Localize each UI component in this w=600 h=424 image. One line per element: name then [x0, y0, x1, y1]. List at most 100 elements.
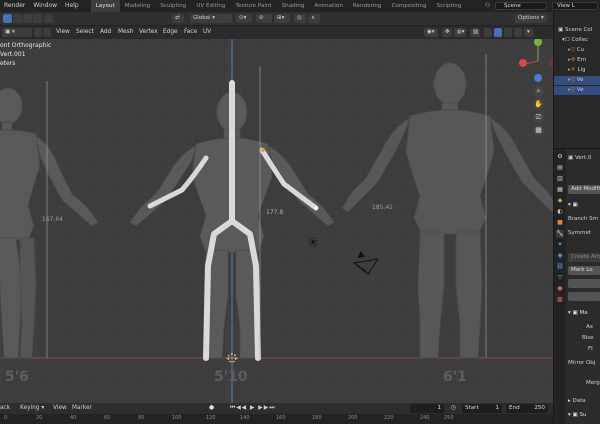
overlays-dropdown[interactable]: ◍▾ [454, 28, 466, 37]
timeline-view-menu[interactable]: View [53, 404, 67, 413]
falloff-icon[interactable]: ∧ [308, 14, 320, 23]
tool-tab-icon[interactable]: ⚙ [556, 153, 564, 161]
modifier-header-subdivision[interactable]: ▾ ▣ Su [568, 411, 600, 420]
start-frame-field[interactable]: Start 1 [462, 404, 502, 413]
record-button[interactable]: ● [209, 404, 214, 413]
particles-tab-icon[interactable]: ✦ [556, 241, 564, 249]
playback-controls[interactable]: ⏮◀◀ ▶ ▶▶⏭ [230, 404, 275, 413]
shading-rendered-icon[interactable] [514, 28, 522, 37]
vertex-select-icon[interactable] [34, 28, 42, 37]
object-name-field[interactable]: ▣ Vert.0 [568, 154, 600, 163]
outliner-row-light[interactable]: ▸☀ Lig [554, 66, 600, 75]
data-tab-icon[interactable]: ▽ [556, 274, 564, 282]
shading-material-icon[interactable] [504, 28, 512, 37]
tab-modeling[interactable]: Modeling [120, 0, 155, 12]
constraints-tab-icon[interactable]: ⛓ [556, 263, 564, 271]
grid-view-icon[interactable]: ▦ [533, 125, 544, 136]
add-modifier-button[interactable]: Add Modifi [568, 185, 600, 194]
object-tab-icon[interactable]: ■ [556, 219, 564, 227]
outliner-row-vert-1[interactable]: ▸▽ Ve [554, 76, 600, 85]
timeline-ruler[interactable]: 0 20 40 60 80 100 120 140 160 180 200 22… [0, 415, 553, 424]
menu-select[interactable]: Select [76, 28, 94, 37]
preview-range-icon[interactable]: ◷ [451, 404, 456, 413]
menu-render[interactable]: Render [0, 0, 29, 12]
transform-pivot-icon[interactable]: ⇄ [172, 14, 184, 23]
tab-texture-paint[interactable]: Texture Paint [231, 0, 277, 12]
mark-loose-button[interactable]: Mark Lo [568, 266, 600, 275]
mark-root-button[interactable] [568, 279, 600, 288]
equalize-radii-button[interactable] [568, 292, 600, 301]
xray-toggle-icon[interactable]: ▨ [470, 28, 480, 37]
render-tab-icon[interactable]: ▤ [556, 164, 564, 172]
shading-wireframe-icon[interactable] [484, 28, 492, 37]
view-layer-tab-icon[interactable]: ▦ [556, 186, 564, 194]
modifier-header-skin[interactable]: ▾ ▣ [568, 201, 600, 210]
shading-solid-icon[interactable] [494, 28, 502, 37]
object-name-overlay: Vert.001 [0, 51, 26, 58]
snap-target-dropdown[interactable]: ⊞▾ [274, 14, 290, 23]
shading-options-dropdown[interactable]: ▾ [524, 28, 534, 37]
menu-mesh[interactable]: Mesh [118, 28, 133, 37]
select-box-icon[interactable] [3, 14, 12, 23]
world-tab-icon[interactable]: ◐ [556, 208, 564, 216]
menu-uv[interactable]: UV [203, 28, 211, 37]
texture-tab-icon[interactable]: ▩ [556, 296, 564, 304]
outliner-row-scene-collection[interactable]: ▣ Scene Col [554, 26, 600, 35]
select-subtract-icon[interactable] [23, 14, 32, 23]
menu-vertex[interactable]: Vertex [139, 28, 158, 37]
physics-tab-icon[interactable]: ◉ [556, 252, 564, 260]
scene-selector[interactable]: Scene [495, 2, 547, 10]
output-tab-icon[interactable]: ▥ [556, 175, 564, 183]
editor-type-dropdown[interactable]: ▣ ▾ [2, 28, 32, 37]
pivot-dropdown[interactable]: ⊙▾ [236, 14, 252, 23]
view-layer-selector[interactable]: View L [552, 2, 598, 10]
pan-hand-icon[interactable]: ✋ [533, 99, 544, 110]
height-label-left: 5'6 [5, 369, 29, 385]
tab-animation[interactable]: Animation [309, 0, 348, 12]
outliner-row-vert-2[interactable]: ▸▽ Ve [554, 86, 600, 95]
tab-scripting[interactable]: Scripting [432, 0, 467, 12]
scene-tab-icon[interactable]: ◆ [556, 197, 564, 205]
tab-rendering[interactable]: Rendering [348, 0, 387, 12]
outliner-row-empty[interactable]: ▸✣ Em [554, 56, 600, 65]
tab-shading[interactable]: Shading [277, 0, 310, 12]
playback-menu[interactable]: ack [0, 404, 10, 413]
menu-view[interactable]: View [56, 28, 70, 37]
end-frame-field[interactable]: End 250 [506, 404, 548, 413]
keying-menu[interactable]: Keying ▾ [20, 404, 44, 413]
tab-sculpting[interactable]: Sculpting [155, 0, 191, 12]
select-intersect-icon[interactable] [44, 14, 53, 23]
edge-select-icon[interactable] [43, 28, 51, 37]
tab-layout[interactable]: Layout [90, 0, 120, 12]
orientation-label: Global [193, 15, 211, 21]
gizmo-toggle-icon[interactable]: ✥ [442, 28, 452, 37]
3d-viewport[interactable]: ▣ ▾ View Select Add Mesh Vertex Edge Fac… [0, 26, 553, 403]
scene-icon[interactable]: ⚇ [485, 2, 493, 10]
current-frame-field[interactable]: 1 [410, 404, 444, 413]
options-dropdown[interactable]: Options ▾ [515, 14, 547, 23]
modifier-header-mirror[interactable]: ▾ ▣ Ma [568, 309, 600, 318]
tick-220: 220 [384, 415, 394, 421]
camera-view-icon[interactable]: ⎚ [533, 112, 544, 123]
data-subpanel[interactable]: ▸ Data [568, 397, 600, 406]
outliner-row-cube[interactable]: ▸▽ Cu [554, 46, 600, 55]
menu-face[interactable]: Face [184, 28, 197, 37]
menu-window[interactable]: Window [29, 0, 61, 12]
modifier-tab-icon[interactable]: 🔧 [556, 230, 564, 238]
menu-help[interactable]: Help [61, 0, 83, 12]
zoom-icon[interactable]: ⌕ [533, 86, 544, 97]
marker-menu[interactable]: Marker [72, 404, 92, 413]
outliner-row-collection[interactable]: ▾☐ Collec [554, 36, 600, 45]
menu-edge[interactable]: Edge [163, 28, 178, 37]
material-tab-icon[interactable]: ● [556, 285, 564, 293]
snap-toggle[interactable]: ⊘ [256, 14, 272, 23]
visibility-dropdown[interactable]: ◉▾ [424, 28, 438, 37]
tab-compositing[interactable]: Compositing [386, 0, 431, 12]
select-invert-icon[interactable] [33, 14, 42, 23]
select-extend-icon[interactable] [13, 14, 22, 23]
tab-uv-editing[interactable]: UV Editing [191, 0, 230, 12]
proportional-edit-icon[interactable]: ◎ [294, 14, 306, 23]
create-armature-button[interactable]: Create Arm [568, 253, 600, 262]
menu-add[interactable]: Add [100, 28, 111, 37]
orientation-dropdown[interactable]: Global ▾ [190, 14, 232, 23]
